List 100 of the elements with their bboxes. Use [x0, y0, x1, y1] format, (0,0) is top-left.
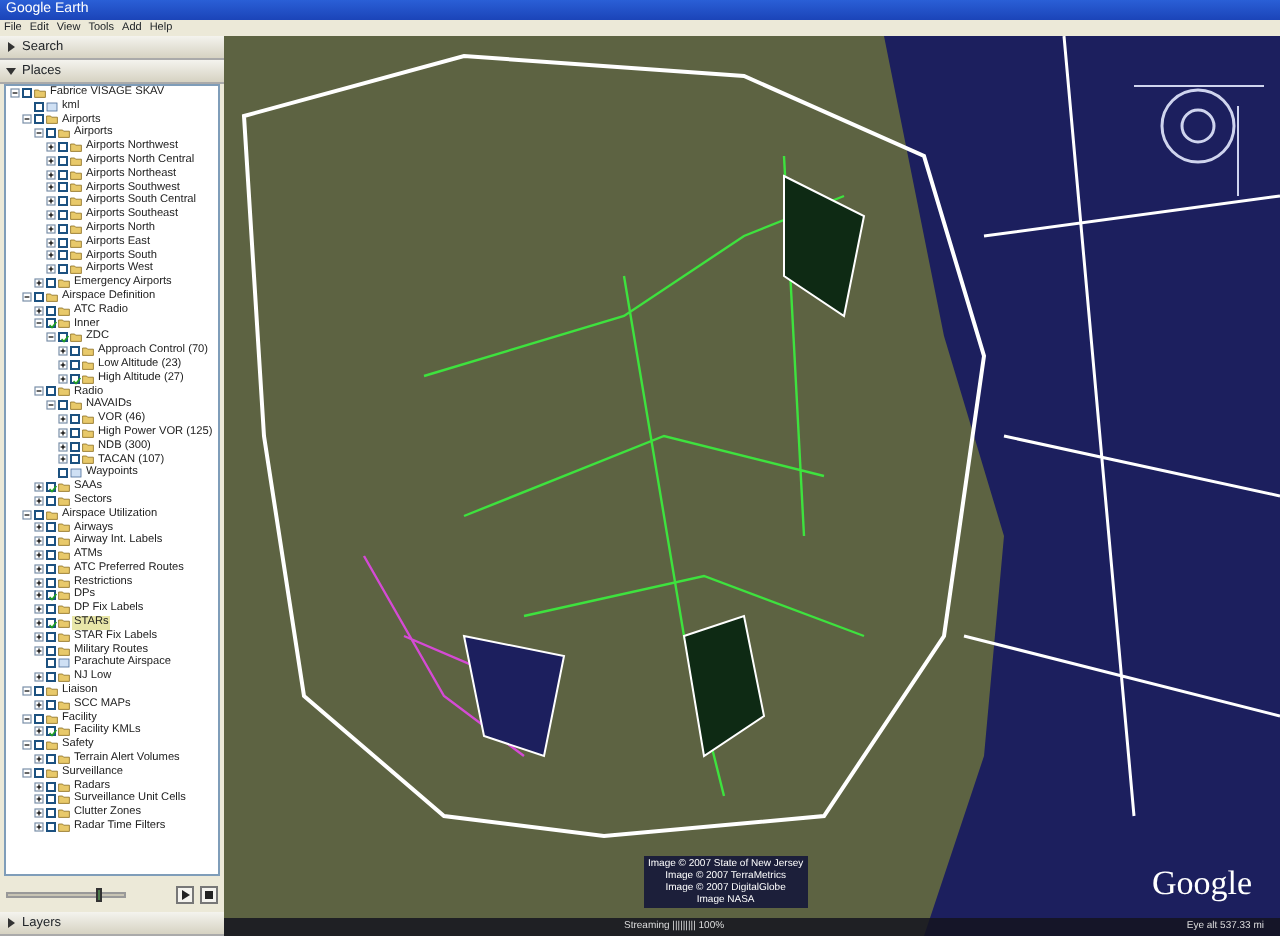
checkbox[interactable] [46, 536, 56, 547]
expand-toggle[interactable] [22, 509, 32, 520]
expand-toggle[interactable] [34, 278, 44, 289]
checkbox[interactable] [46, 617, 56, 628]
expand-toggle[interactable] [34, 794, 44, 805]
checkbox[interactable] [58, 223, 68, 234]
expand-toggle[interactable] [34, 672, 44, 683]
expand-toggle[interactable] [46, 332, 56, 343]
checkbox[interactable] [46, 753, 56, 764]
checkbox[interactable] [46, 590, 56, 601]
expand-toggle[interactable] [34, 549, 44, 560]
expand-toggle[interactable] [34, 631, 44, 642]
checkbox[interactable] [46, 577, 56, 588]
expand-toggle[interactable] [34, 617, 44, 628]
expand-toggle[interactable] [22, 291, 32, 302]
expand-toggle[interactable] [46, 210, 56, 221]
checkbox[interactable] [34, 291, 44, 302]
expand-toggle[interactable] [22, 713, 32, 724]
checkbox[interactable] [70, 427, 80, 438]
checkbox[interactable] [46, 278, 56, 289]
expand-toggle[interactable] [34, 386, 44, 397]
checkbox[interactable] [70, 346, 80, 357]
expand-toggle[interactable] [34, 645, 44, 656]
checkbox[interactable] [34, 101, 44, 112]
expand-toggle[interactable] [34, 495, 44, 506]
expand-toggle[interactable] [34, 128, 44, 139]
expand-toggle[interactable] [34, 563, 44, 574]
checkbox[interactable] [70, 359, 80, 370]
expand-toggle[interactable] [34, 577, 44, 588]
stop-button[interactable] [200, 885, 218, 903]
expand-toggle[interactable] [58, 454, 68, 465]
expand-toggle[interactable] [34, 808, 44, 819]
checkbox[interactable] [46, 495, 56, 506]
checkbox[interactable] [46, 794, 56, 805]
expand-toggle[interactable] [34, 604, 44, 615]
checkbox[interactable] [46, 645, 56, 656]
checkbox[interactable] [46, 672, 56, 683]
checkbox[interactable] [58, 237, 68, 248]
expand-toggle[interactable] [34, 590, 44, 601]
checkbox[interactable] [58, 169, 68, 180]
expand-toggle[interactable] [46, 250, 56, 261]
checkbox[interactable] [46, 386, 56, 397]
expand-toggle[interactable] [10, 87, 20, 98]
checkbox[interactable] [58, 400, 68, 411]
expand-toggle[interactable] [34, 482, 44, 492]
expand-toggle[interactable] [34, 536, 44, 547]
checkbox[interactable] [46, 781, 56, 792]
checkbox[interactable] [58, 468, 68, 479]
expand-toggle[interactable] [58, 359, 68, 370]
expand-toggle[interactable] [46, 400, 56, 411]
checkbox[interactable] [58, 332, 68, 343]
expand-toggle[interactable] [34, 781, 44, 792]
checkbox[interactable] [46, 128, 56, 139]
checkbox[interactable] [46, 482, 56, 492]
checkbox[interactable] [34, 767, 44, 778]
checkbox[interactable] [70, 414, 80, 425]
expand-toggle[interactable] [46, 142, 56, 153]
navigation-controls[interactable] [1133, 85, 1265, 197]
checkbox[interactable] [58, 250, 68, 261]
checkbox[interactable] [46, 699, 56, 710]
checkbox[interactable] [70, 373, 80, 384]
expand-toggle[interactable] [46, 169, 56, 180]
checkbox[interactable] [46, 549, 56, 560]
expand-toggle[interactable] [46, 196, 56, 207]
slider-thumb[interactable] [96, 887, 103, 901]
expand-toggle[interactable] [34, 753, 44, 764]
expand-toggle[interactable] [58, 414, 68, 425]
checkbox[interactable] [22, 87, 32, 98]
expand-toggle[interactable] [46, 182, 56, 193]
checkbox[interactable] [46, 604, 56, 615]
checkbox[interactable] [46, 522, 56, 533]
expand-toggle[interactable] [34, 522, 44, 533]
checkbox[interactable] [34, 685, 44, 696]
expand-toggle[interactable] [22, 740, 32, 751]
expand-toggle[interactable] [58, 346, 68, 357]
checkbox[interactable] [34, 713, 44, 724]
expand-toggle[interactable] [34, 821, 44, 832]
checkbox[interactable] [58, 196, 68, 207]
checkbox[interactable] [46, 821, 56, 832]
checkbox[interactable] [58, 182, 68, 193]
expand-toggle[interactable] [34, 699, 44, 710]
checkbox[interactable] [46, 808, 56, 819]
expand-toggle[interactable] [46, 223, 56, 234]
checkbox[interactable] [34, 740, 44, 751]
checkbox[interactable] [34, 509, 44, 520]
checkbox[interactable] [34, 114, 44, 125]
expand-toggle[interactable] [58, 373, 68, 384]
expand-toggle[interactable] [34, 726, 44, 737]
expand-toggle[interactable] [34, 318, 44, 329]
checkbox[interactable] [46, 631, 56, 642]
checkbox[interactable] [46, 563, 56, 574]
expand-toggle[interactable] [22, 114, 32, 125]
checkbox[interactable] [46, 305, 56, 316]
expand-toggle[interactable] [34, 305, 44, 316]
expand-toggle[interactable] [46, 155, 56, 166]
checkbox[interactable] [58, 264, 68, 275]
checkbox[interactable] [46, 658, 56, 669]
play-button[interactable] [176, 885, 194, 903]
checkbox[interactable] [70, 454, 80, 465]
expand-toggle[interactable] [22, 685, 32, 696]
